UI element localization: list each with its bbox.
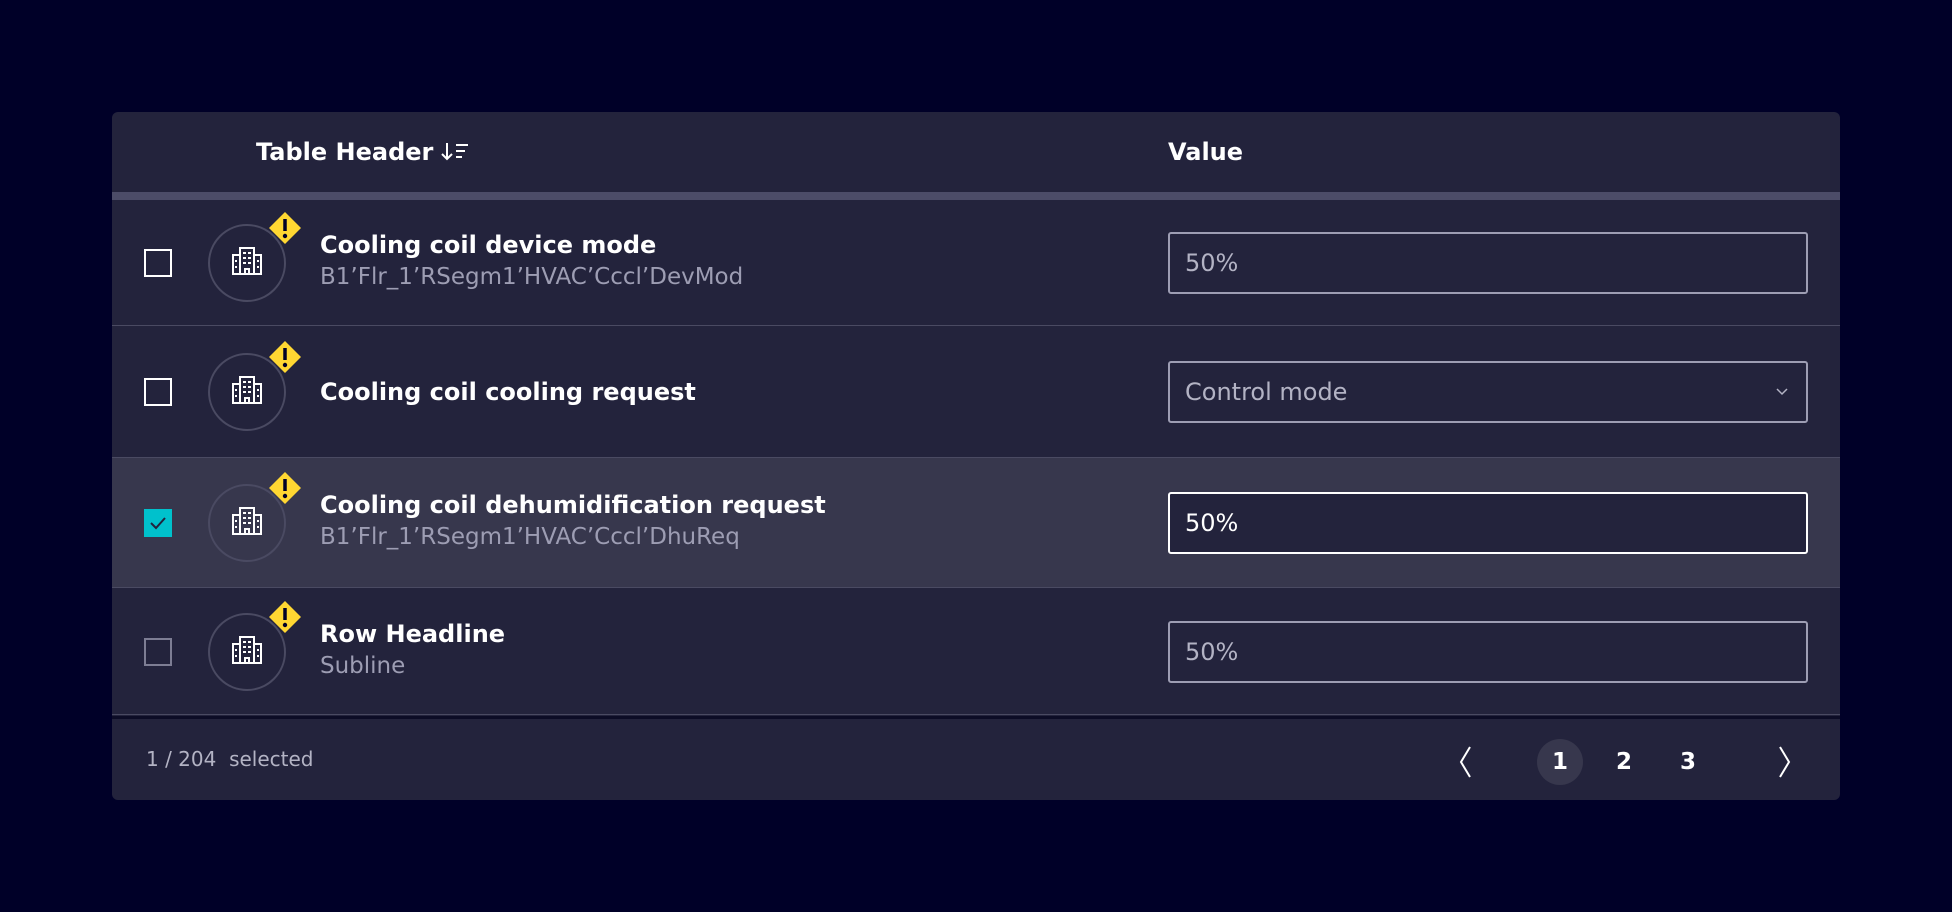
row-text: Cooling coil cooling request <box>320 376 696 408</box>
row-title: Cooling coil dehumidification request <box>320 491 826 519</box>
warning-icon <box>268 471 302 505</box>
row-title: Cooling coil cooling request <box>320 378 696 406</box>
value-select[interactable]: Control mode <box>1168 361 1808 423</box>
field-value: Control mode <box>1185 378 1348 406</box>
row-checkbox[interactable] <box>144 249 172 277</box>
field-value: 50% <box>1185 249 1239 277</box>
building-icon <box>230 635 264 669</box>
value-input[interactable]: 50% <box>1168 232 1808 294</box>
building-icon <box>230 246 264 280</box>
check-icon <box>150 517 166 530</box>
page-2-button[interactable]: 2 <box>1601 739 1647 785</box>
table-footer: 1 / 204 selected 1 2 3 <box>112 716 1840 800</box>
page-1-button[interactable]: 1 <box>1537 739 1583 785</box>
field-value: 50% <box>1185 637 1239 666</box>
value-input[interactable]: 50% <box>1168 492 1808 554</box>
table-row[interactable]: Cooling coil cooling request Control mod… <box>112 326 1840 458</box>
field-value: 50% <box>1185 509 1239 537</box>
building-icon <box>230 506 264 540</box>
page-3-button[interactable]: 3 <box>1665 739 1711 785</box>
table-row[interactable]: Cooling coil dehumidification request B1… <box>112 458 1840 588</box>
row-checkbox[interactable] <box>144 637 172 666</box>
chevron-down-icon <box>1776 388 1788 396</box>
table-header: Table Header Value <box>112 112 1840 192</box>
row-checkbox[interactable] <box>144 378 172 406</box>
table-row[interactable]: Row Headline Subline 50% <box>112 588 1840 715</box>
row-title: Cooling coil device mode <box>320 231 657 259</box>
table-row[interactable]: Cooling coil device mode B1’Flr_1’RSegm1… <box>112 200 1840 326</box>
column-header-name[interactable]: Table Header <box>256 138 469 166</box>
value-input[interactable]: 50% <box>1168 620 1808 683</box>
warning-icon <box>268 211 302 245</box>
row-text: Cooling coil device mode B1’Flr_1’RSegm1… <box>320 229 743 293</box>
row-text: Cooling coil dehumidification request B1… <box>320 489 826 553</box>
row-title: Row Headline <box>320 619 506 648</box>
row-subtitle: B1’Flr_1’RSegm1’HVAC’Cccl’DhuReq <box>320 524 740 550</box>
column-header-value[interactable]: Value <box>1168 138 1243 166</box>
column-header-label: Value <box>1168 138 1244 166</box>
building-icon <box>230 375 264 409</box>
row-checkbox[interactable] <box>144 509 172 537</box>
selection-count: 1 / 204 selected <box>146 747 314 771</box>
row-subtitle: Subline <box>320 652 406 679</box>
data-table: Table Header Value Cooling coil device m… <box>112 112 1840 800</box>
column-header-label: Table Header <box>256 138 434 166</box>
previous-page-icon[interactable] <box>1456 745 1476 779</box>
row-text: Row Headline Subline <box>320 618 505 682</box>
warning-icon <box>268 600 302 634</box>
next-page-icon[interactable] <box>1774 745 1794 779</box>
row-subtitle: B1’Flr_1’RSegm1’HVAC’Cccl’DevMod <box>320 264 744 290</box>
sort-descending-icon[interactable] <box>441 141 469 163</box>
warning-icon <box>268 340 302 374</box>
header-divider <box>112 192 1840 200</box>
